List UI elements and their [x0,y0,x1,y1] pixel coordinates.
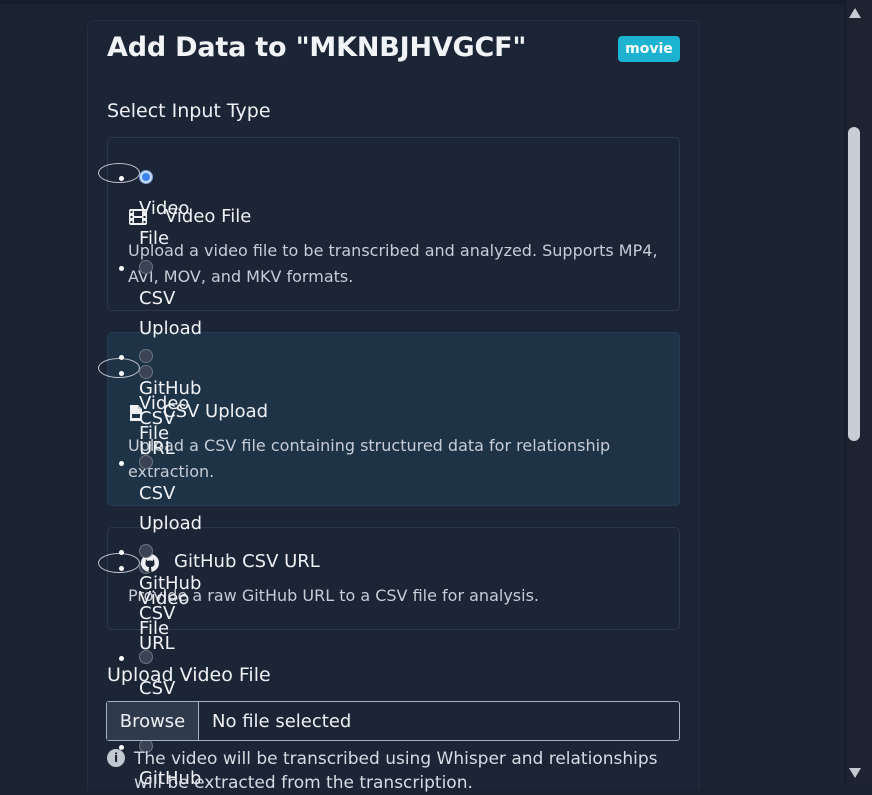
input-type-label: Select Input Type [107,100,271,122]
scroll-down-icon[interactable] [849,768,861,778]
file-status: No file selected [212,710,352,732]
radio-dot [119,461,124,466]
radio-video-file[interactable] [139,170,153,184]
radio-ghost[interactable] [139,650,153,664]
media-type-badge: movie [618,36,680,62]
upload-label: Upload Video File [107,664,271,686]
radio-ghost[interactable] [139,455,153,469]
option-desc-csv: Upload a CSV file containing structured … [128,436,611,481]
radio-dot [119,656,124,661]
ghost-label: CSV [139,483,176,504]
radio-dot [119,266,124,271]
upload-help-text: The video will be transcribed using Whis… [134,749,658,793]
page-title: Add Data to "MKNBJHVGCF" [107,32,527,63]
option-desc-video: Upload a video file to be transcribed an… [128,241,658,286]
radio-ghost[interactable] [139,260,153,274]
radio-dot [119,550,124,555]
radio-dot [119,566,124,571]
ghost-label: Upload [139,513,203,534]
ghost-label: File [139,228,170,249]
radio-dot [119,176,124,181]
ghost-label: Upload [139,318,203,339]
info-icon: i [107,749,125,767]
ghost-label: Video [139,198,190,219]
radio-dot [119,371,124,376]
radio-dot [119,355,124,360]
radio-ghost[interactable] [139,349,153,363]
scroll-up-icon[interactable] [849,8,861,18]
top-border [0,0,845,4]
option-desc-github: Provide a raw GitHub URL to a CSV file f… [128,586,539,605]
scrollbar-thumb[interactable] [848,127,860,441]
video-file-input[interactable]: Browse No file selected [106,701,680,741]
radio-ghost[interactable] [139,544,153,558]
ghost-label: CSV [139,288,176,309]
browse-button[interactable]: Browse [107,702,199,740]
